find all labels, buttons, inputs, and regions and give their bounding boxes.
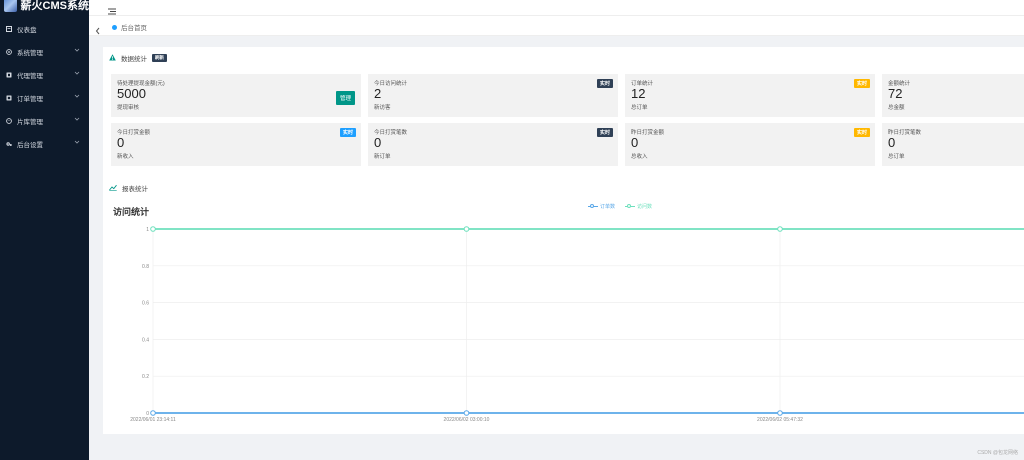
sidebar-item-system[interactable]: 系统管理 xyxy=(0,41,89,63)
sidebar-item-label: 系统管理 xyxy=(17,50,43,57)
realtime-badge: 实时 xyxy=(339,128,356,137)
chevron-down-icon xyxy=(74,139,80,147)
library-icon xyxy=(6,118,12,124)
x-tick-label: 2022/06/01 23:14:11 xyxy=(130,417,176,423)
y-tick-label: 1 xyxy=(146,227,149,233)
card-subtitle: 总金额 xyxy=(888,105,905,111)
warning-icon xyxy=(109,53,116,63)
stats-title: 数据统计 xyxy=(121,56,147,63)
manage-button[interactable]: 管理 xyxy=(335,91,355,105)
data-point xyxy=(463,410,470,416)
data-point xyxy=(777,410,783,416)
chevron-down-icon xyxy=(74,116,80,124)
x-tick-label: 2022/06/02 05:47:32 xyxy=(757,417,803,423)
agent-icon xyxy=(6,72,12,78)
dashboard-icon xyxy=(6,26,12,32)
card-subtitle: 新订单 xyxy=(374,154,391,160)
card-value: 72 xyxy=(888,86,903,101)
stats-header: 数据统计 刷新 xyxy=(109,53,167,63)
stat-card-orders: 订单统计 实时 12 总订单 xyxy=(625,74,875,117)
order-icon xyxy=(6,95,12,101)
card-subtitle: 总订单 xyxy=(888,154,905,160)
sidebar-item-orders[interactable]: 订单管理 xyxy=(0,87,89,109)
stat-card-today-tip-count: 今日打赏笔数 实时 0 新订单 xyxy=(368,123,618,166)
y-tick-label: 0.2 xyxy=(142,374,149,380)
top-bar xyxy=(89,0,1024,15)
stat-card-yesterday-tip-count: 昨日打赏笔数 0 总订单 xyxy=(882,123,1024,166)
report-panel: 报表统计 访问统计 订单数 访问数 0 0.2 0.4 0.6 0.8 1 2022/06/… xyxy=(103,177,1024,434)
footer-watermark: CSDN @包龙网络 xyxy=(977,450,1018,456)
tab-bar: 后台首页 xyxy=(89,15,1024,36)
stat-card-visits: 今日访问统计 实时 2 新访客 xyxy=(368,74,618,117)
card-subtitle: 总订单 xyxy=(631,105,648,111)
data-point xyxy=(463,226,470,232)
stat-card-amount: 金额统计 72 总金额 xyxy=(882,74,1024,117)
sidebar-item-library[interactable]: 片库管理 xyxy=(0,110,89,132)
stat-card-withdraw: 待处理提现金额(元) 5000 提现审核 管理 xyxy=(111,74,361,117)
chevron-down-icon xyxy=(74,93,80,101)
card-value: 2 xyxy=(374,86,382,101)
card-value: 0 xyxy=(631,135,639,150)
sidebar-item-label: 仪表盘 xyxy=(17,27,37,34)
tab-home[interactable]: 后台首页 xyxy=(112,22,147,32)
app-title: 薪火CMS系统 xyxy=(20,0,89,12)
card-value: 5000 xyxy=(117,86,146,101)
y-tick-label: 0.6 xyxy=(142,301,149,307)
card-value: 0 xyxy=(888,135,896,150)
realtime-badge: 实时 xyxy=(853,128,870,137)
y-tick-label: 0.4 xyxy=(142,337,149,343)
card-value: 12 xyxy=(631,86,646,101)
card-subtitle: 新收入 xyxy=(117,154,134,160)
chevron-down-icon xyxy=(74,47,80,55)
realtime-badge: 实时 xyxy=(596,128,613,137)
data-point xyxy=(150,410,156,416)
sidebar-item-label: 代理管理 xyxy=(17,73,43,80)
realtime-badge: 实时 xyxy=(853,79,870,88)
card-subtitle: 总收入 xyxy=(631,154,648,160)
chevron-down-icon xyxy=(74,70,80,78)
data-point xyxy=(777,226,783,232)
card-value: 0 xyxy=(374,135,382,150)
sidebar-item-backend-settings[interactable]: 后台设置 xyxy=(0,133,89,155)
active-dot-icon xyxy=(112,24,117,30)
card-value: 0 xyxy=(117,135,125,150)
stats-panel: 数据统计 刷新 待处理提现金额(元) 5000 提现审核 管理 今日访问统计 实… xyxy=(103,47,1024,177)
sidebar-item-label: 后台设置 xyxy=(17,142,43,149)
sidebar-item-label: 片库管理 xyxy=(17,119,43,126)
gear-icon xyxy=(6,141,12,147)
sidebar-item-label: 订单管理 xyxy=(17,96,43,103)
tab-label: 后台首页 xyxy=(121,25,147,32)
stat-card-today-tip-amount: 今日打赏金额 实时 0 新收入 xyxy=(111,123,361,166)
card-subtitle: 新访客 xyxy=(374,105,391,111)
logo-image xyxy=(4,0,17,12)
logo: 薪火CMS系统 xyxy=(0,0,89,14)
sidebar-item-agent[interactable]: 代理管理 xyxy=(0,64,89,86)
x-tick-label: 2022/06/02 03:00:10 xyxy=(444,417,490,423)
data-point xyxy=(150,226,156,232)
y-tick-label: 0.8 xyxy=(142,264,149,270)
chevron-left-icon[interactable] xyxy=(95,22,101,40)
realtime-badge: 实时 xyxy=(596,79,613,88)
settings-circle-icon xyxy=(6,49,12,55)
card-subtitle: 提现审核 xyxy=(117,105,140,111)
stat-card-yesterday-tip-amount: 昨日打赏金额 实时 0 总收入 xyxy=(625,123,875,166)
line-chart: 00.20.40.60.812022/06/01 23:14:11 2022/06… xyxy=(130,226,1024,423)
refresh-badge[interactable]: 刷新 xyxy=(152,54,167,62)
sidebar-item-dashboard[interactable]: 仪表盘 xyxy=(0,18,89,40)
sidebar: 薪火CMS系统 仪表盘 系统管理 代理管理 订单管理 片库管理 后台设置 xyxy=(0,0,89,460)
